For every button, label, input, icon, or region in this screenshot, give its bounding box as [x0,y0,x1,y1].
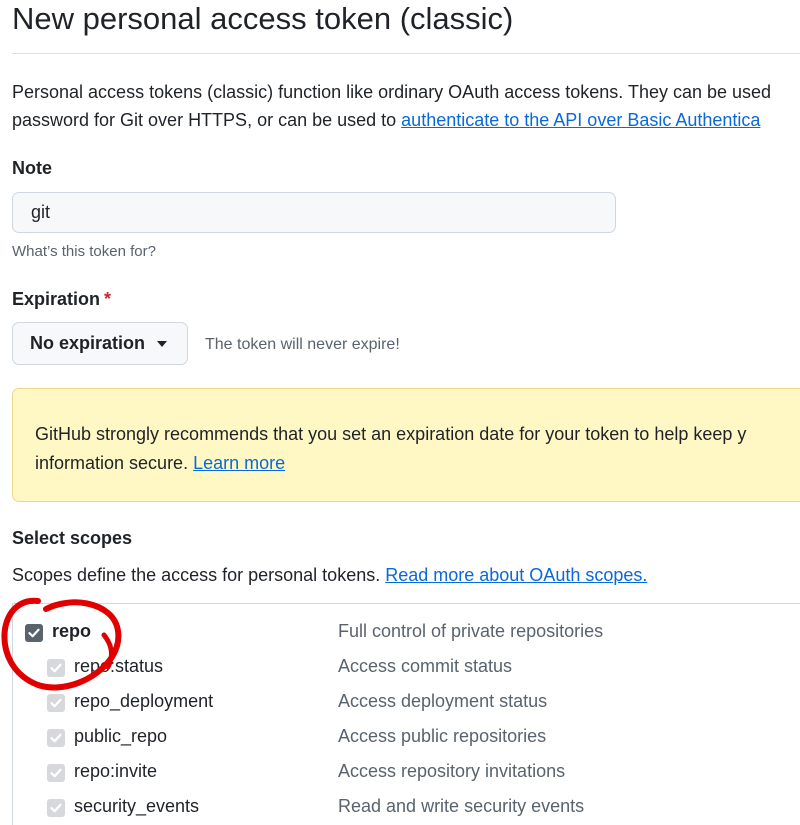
scopes-description-text: Scopes define the access for personal to… [12,565,386,585]
scope-row-repo-invite: repo:invite Access repository invitation… [13,759,800,789]
note-label: Note [12,158,52,178]
repo-status-checkbox[interactable] [47,659,65,677]
checkmark-icon [50,733,62,743]
page-title: New personal access token (classic) [12,1,514,36]
scope-name-repo-deployment: repo_deployment [74,691,214,711]
note-hint: What’s this token for? [12,243,156,260]
scope-name-security-events: security_events [74,796,200,816]
scope-desc-security-events: Read and write security events [338,796,585,816]
scope-desc-repo-deployment: Access deployment status [338,691,548,711]
public-repo-checkbox[interactable] [47,729,65,747]
oauth-scopes-link[interactable]: Read more about OAuth scopes. [385,565,647,585]
select-scopes-label: Select scopes [12,528,133,548]
checkmark-icon [50,768,62,778]
note-input[interactable] [12,192,616,233]
intro-text: Personal access tokens (classic) functio… [12,78,800,134]
checkmark-icon [28,628,40,638]
scope-name-public-repo: public_repo [74,726,168,746]
scope-row-repo-status: repo:status Access commit status [13,654,800,684]
warning-line-2-text: information secure. [35,453,194,473]
scopes-table: repo Full control of private repositorie… [12,603,800,825]
scope-row-security-events: security_events Read and write security … [13,794,800,824]
warning-line-1: GitHub strongly recommends that you set … [35,424,747,444]
expiration-hint: The token will never expire! [205,336,400,353]
scope-desc-public-repo: Access public repositories [338,726,547,746]
learn-more-link[interactable]: Learn more [193,453,285,473]
repo-checkbox[interactable] [25,624,43,642]
scope-name-repo-invite: repo:invite [74,761,158,781]
scopes-description: Scopes define the access for personal to… [12,565,647,586]
token-form-page: New personal access token (classic) Pers… [0,0,800,825]
expiration-label-text: Expiration [12,289,101,309]
expiration-selected-value: No expiration [30,333,146,353]
scope-desc-repo-status: Access commit status [338,656,513,676]
checkmark-icon [50,803,62,813]
repo-invite-checkbox[interactable] [47,764,65,782]
security-events-checkbox[interactable] [47,799,65,817]
caret-down-icon [157,340,168,347]
scope-row-repo-deployment: repo_deployment Access deployment status [13,689,800,719]
checkmark-icon [50,698,62,708]
warning-line-2: information secure. Learn more [35,449,746,478]
scope-row-public-repo: public_repo Access public repositories [13,724,800,754]
scope-name-repo-status: repo:status [74,656,164,676]
warning-text: GitHub strongly recommends that you set … [35,420,746,478]
scope-row-repo: repo Full control of private repositorie… [13,619,800,649]
intro-line-1: Personal access tokens (classic) functio… [12,82,772,102]
intro-line-2: password for Git over HTTPS, or can be u… [12,106,800,134]
expiration-select[interactable]: No expiration [12,322,188,365]
checkmark-icon [50,663,62,673]
required-marker: * [104,289,112,309]
repo-deployment-checkbox[interactable] [47,694,65,712]
intro-line-2-text: password for Git over HTTPS, or can be u… [12,110,402,130]
expiration-label: Expiration * [12,289,111,310]
expiration-warning-banner: GitHub strongly recommends that you set … [12,388,800,502]
scope-desc-repo-invite: Access repository invitations [338,761,566,781]
scope-desc-repo: Full control of private repositories [338,621,604,641]
basic-auth-link[interactable]: authenticate to the API over Basic Authe… [401,110,760,130]
scope-name-repo: repo [52,621,92,641]
title-divider [12,53,800,54]
